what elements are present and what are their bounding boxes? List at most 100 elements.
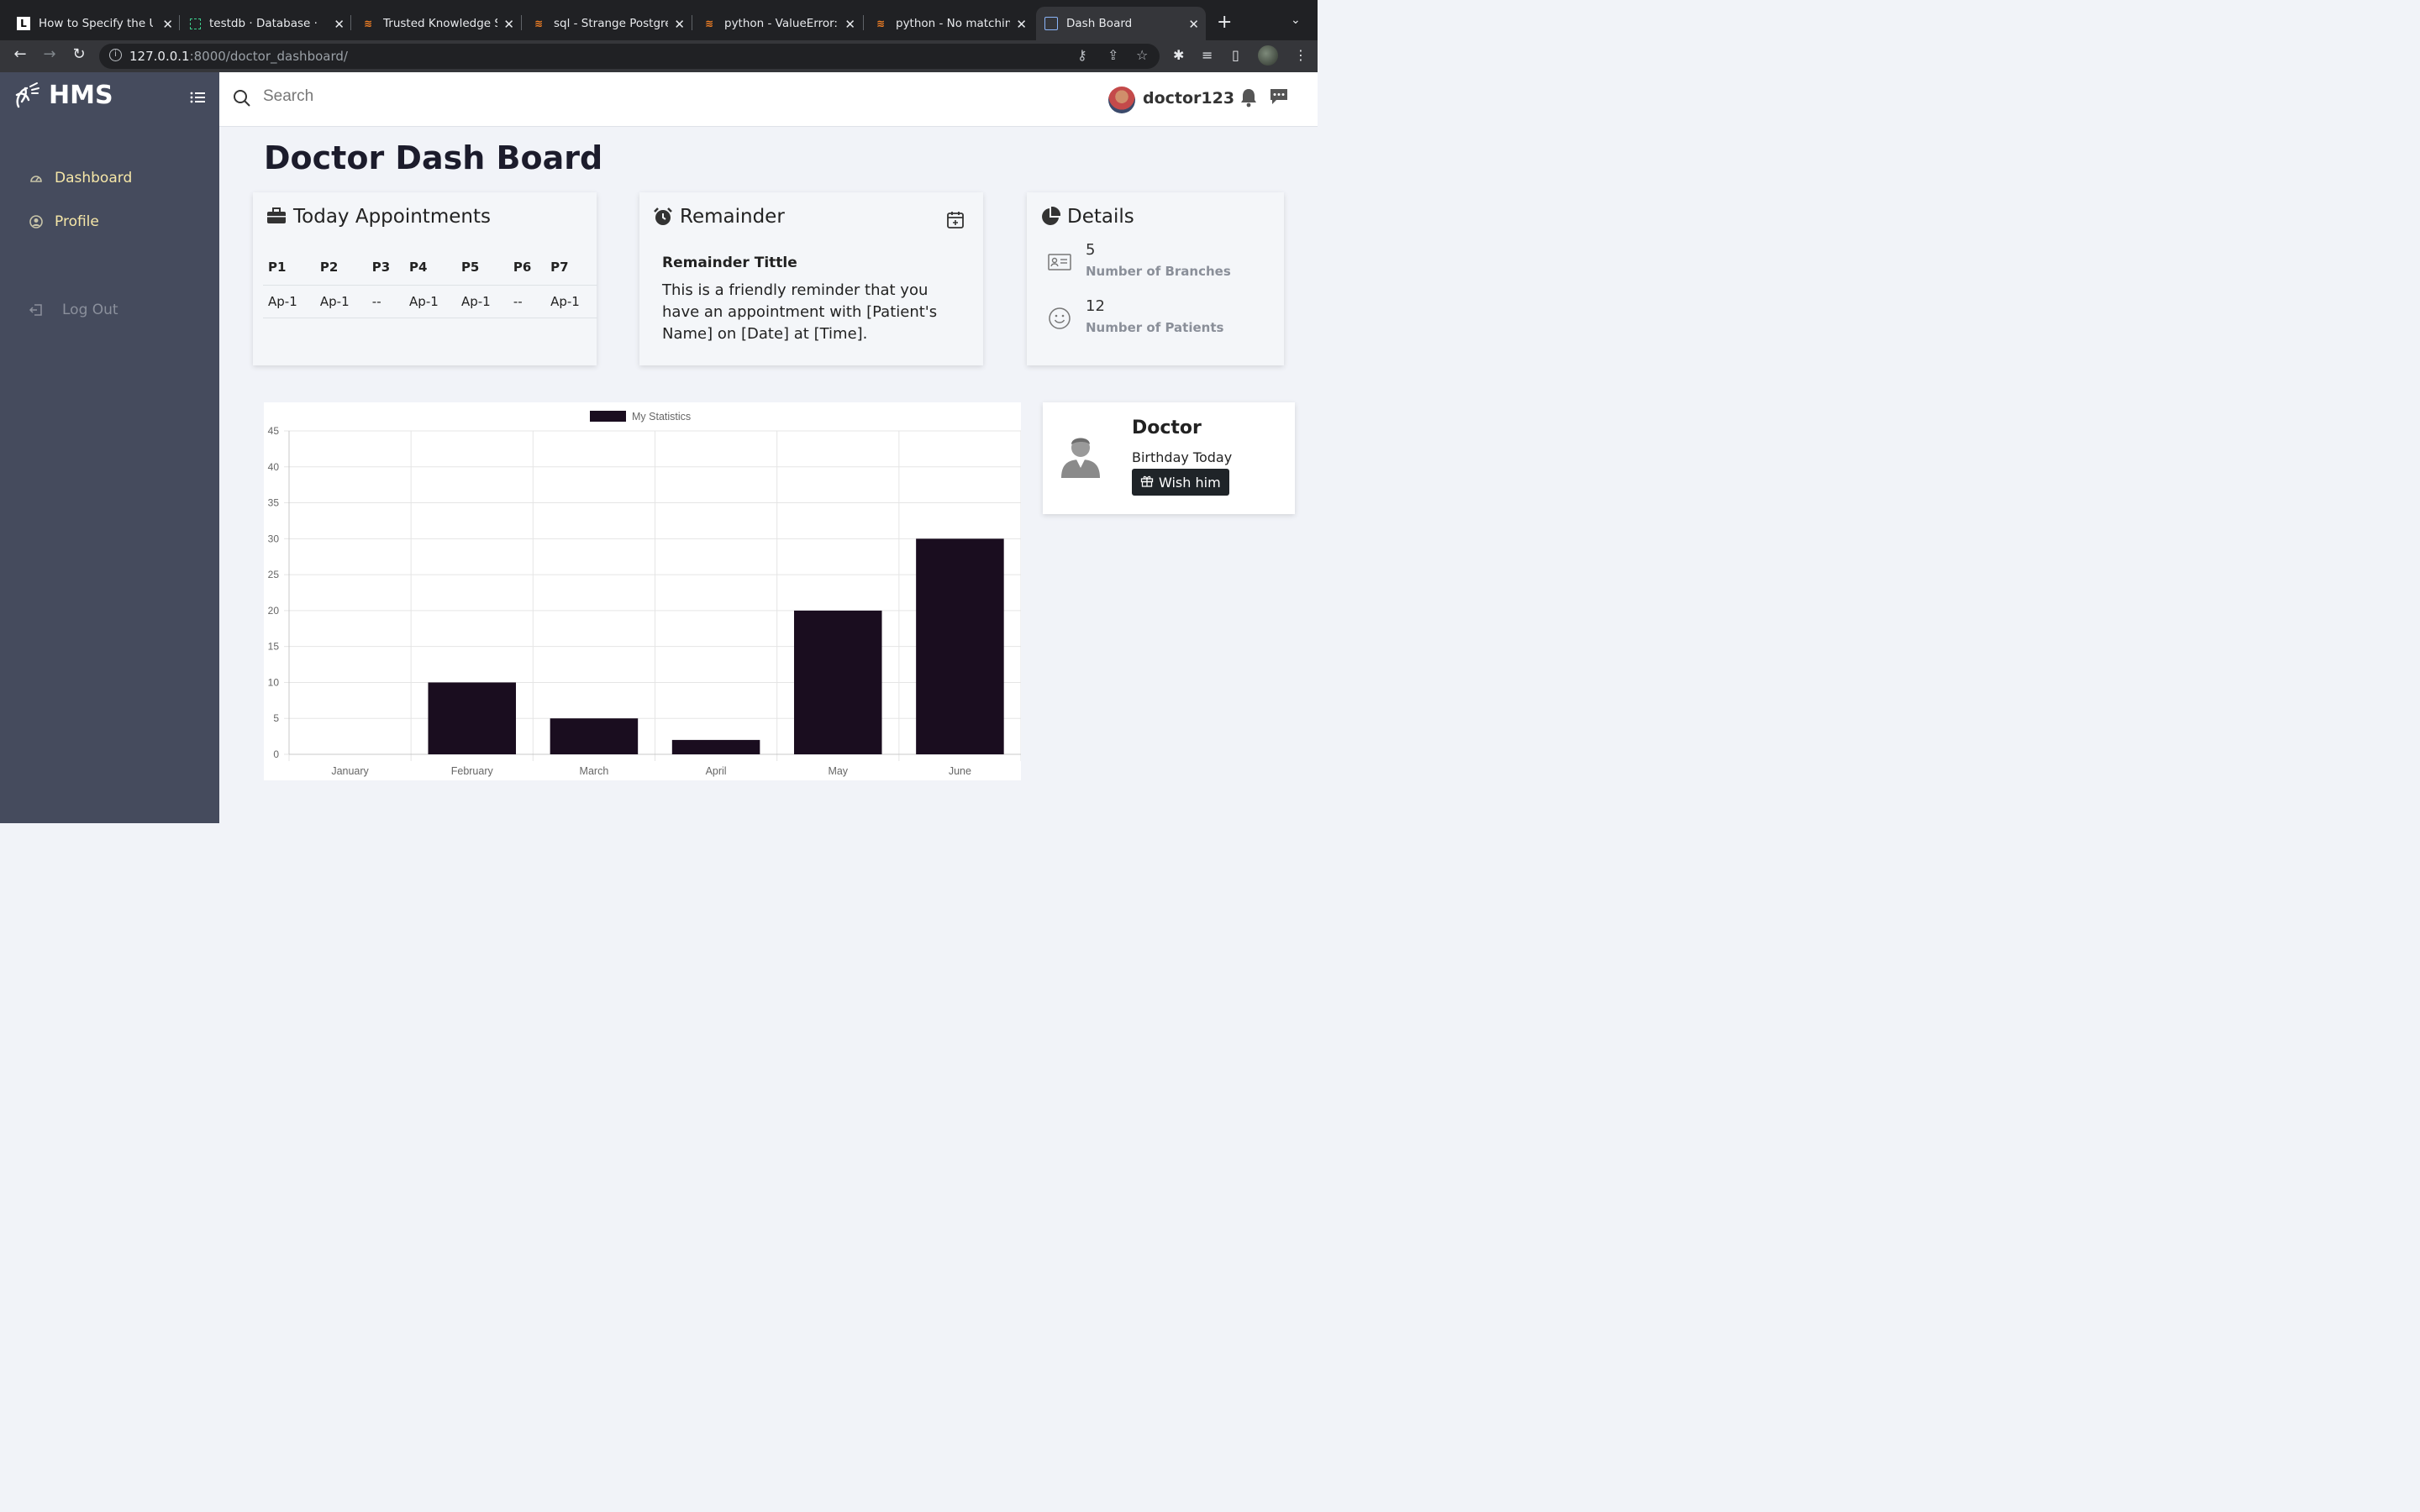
y-tick-label: 25 (268, 569, 280, 580)
app-logo[interactable]: HMS (13, 81, 113, 110)
gift-icon (1140, 474, 1154, 491)
table-header-row: P1 P2 P3 P4 P5 P6 P7 (263, 253, 597, 286)
legend-label: My Statistics (632, 411, 691, 423)
url-text: 127.0.0.1:8000/doctor_dashboard/ (129, 49, 348, 64)
table-cell: -- (508, 285, 546, 318)
detail-label: Number of Branches (1086, 264, 1231, 279)
y-tick-label: 15 (268, 641, 280, 653)
table-cell: Ap-1 (404, 285, 456, 318)
browser-tab[interactable]: L How to Specify the UI ✕ (8, 7, 180, 40)
table-cell: Ap-1 (314, 285, 367, 318)
y-tick-label: 30 (268, 533, 280, 544)
browser-toolbar: ← → ↻ i 127.0.0.1:8000/doctor_dashboard/… (0, 40, 1318, 72)
browser-tab-active[interactable]: Dash Board ✕ (1036, 7, 1206, 40)
sidebar-item-logout[interactable]: Log Out (29, 302, 118, 318)
y-tick-label: 5 (273, 712, 279, 724)
tab-close-icon[interactable]: ✕ (503, 17, 514, 32)
sidebar-item-dashboard[interactable]: Dashboard (29, 170, 132, 186)
birthday-text: Birthday Today (1132, 449, 1233, 465)
reload-icon[interactable]: ↻ (68, 45, 90, 63)
tab-close-icon[interactable]: ✕ (844, 17, 855, 32)
menu-toggle-icon[interactable] (190, 91, 205, 108)
wish-button[interactable]: Wish him (1132, 469, 1229, 496)
tab-close-icon[interactable]: ✕ (1016, 17, 1027, 32)
tab-close-icon[interactable]: ✕ (334, 17, 345, 32)
table-header: P6 (508, 253, 546, 286)
logo-text: HMS (49, 81, 113, 110)
tab-title: sql - Strange Postgre (554, 17, 668, 30)
x-tick-label: January (331, 765, 369, 777)
forward-icon[interactable]: → (39, 45, 60, 63)
extensions-icon[interactable]: ✱ (1173, 47, 1184, 63)
tab-close-icon[interactable]: ✕ (162, 17, 173, 32)
browser-tab[interactable]: ≋ sql - Strange Postgre ✕ (523, 7, 692, 40)
chart-bar (916, 538, 1004, 754)
address-bar[interactable]: i 127.0.0.1:8000/doctor_dashboard/ ⚷ ⇪ ☆ (99, 44, 1160, 69)
browser-menu-icon[interactable]: ⋮ (1294, 47, 1307, 63)
briefcase-icon (266, 207, 287, 227)
user-circle-icon (29, 214, 44, 229)
tab-title: Dash Board (1066, 17, 1133, 30)
key-icon[interactable]: ⚷ (1077, 47, 1087, 63)
browser-profile-avatar[interactable] (1258, 45, 1278, 66)
sidebar-item-label: Profile (55, 213, 99, 230)
tab-search-icon[interactable]: ⌄ (1291, 13, 1301, 27)
sidebar-item-label: Dashboard (55, 170, 133, 186)
back-icon[interactable]: ← (9, 45, 31, 63)
tab-title: Trusted Knowledge Sh (383, 17, 497, 30)
table-row: Ap-1 Ap-1 -- Ap-1 Ap-1 -- Ap-1 (263, 285, 597, 318)
tab-separator (179, 15, 180, 30)
side-panel-icon[interactable]: ▯ (1232, 47, 1239, 63)
reminder-card: Remainder Remainder Tittle This is a fri… (639, 192, 983, 365)
avatar[interactable] (1108, 87, 1135, 113)
chat-icon[interactable] (1269, 87, 1289, 106)
birthday-card: Doctor Birthday Today Wish him (1043, 402, 1295, 514)
bookmark-star-icon[interactable]: ☆ (1136, 47, 1148, 63)
reminder-body: This is a friendly reminder that you hav… (662, 281, 938, 343)
tab-title: How to Specify the UI (39, 17, 153, 30)
site-info-icon[interactable]: i (109, 49, 122, 61)
tab-close-icon[interactable]: ✕ (1188, 17, 1199, 32)
top-bar: doctor123 (219, 72, 1318, 127)
search-input[interactable] (263, 87, 599, 106)
table-header: P3 (366, 253, 405, 286)
alarm-clock-icon (653, 207, 673, 227)
calendar-add-icon[interactable] (945, 210, 965, 230)
browser-tab[interactable]: ≋ Trusted Knowledge Sh ✕ (353, 7, 521, 40)
table-cell: Ap-1 (545, 285, 597, 318)
birthday-name: Doctor (1132, 417, 1202, 438)
appointments-table: P1 P2 P3 P4 P5 P6 P7 Ap-1 Ap-1 -- Ap-1 A… (263, 253, 597, 318)
table-cell: Ap-1 (263, 285, 315, 318)
y-tick-label: 0 (273, 748, 279, 760)
browser-tab[interactable]: ≋ python - ValueError: In ✕ (694, 7, 862, 40)
card-title: Today Appointments (266, 206, 491, 228)
chart-bar (550, 718, 639, 754)
tab-title: python - ValueError: In (724, 17, 839, 30)
gauge-icon (29, 171, 44, 186)
y-tick-label: 45 (268, 425, 280, 437)
reminder-heading: Remainder Tittle (662, 255, 797, 271)
table-header: P5 (455, 253, 508, 286)
id-card-icon (1048, 254, 1071, 270)
bell-icon[interactable] (1239, 87, 1258, 108)
chart-bar (428, 682, 517, 754)
stackoverflow-icon: ≋ (534, 18, 544, 29)
x-tick-label: February (451, 765, 494, 777)
tab-separator (521, 15, 522, 30)
browser-tab[interactable]: testdb · Database · ✕ (182, 7, 351, 40)
detail-value: 5 (1086, 241, 1096, 259)
sidebar-item-profile[interactable]: Profile (29, 213, 99, 230)
page-title: Doctor Dash Board (264, 139, 603, 176)
card-title: Details (1040, 206, 1134, 228)
tab-close-icon[interactable]: ✕ (674, 17, 685, 32)
browser-tab[interactable]: ≋ python - No matching ✕ (865, 7, 1034, 40)
table-header: P7 (545, 253, 597, 286)
media-queue-icon[interactable]: ≡ (1202, 47, 1213, 63)
search-icon[interactable] (233, 89, 251, 108)
share-icon[interactable]: ⇪ (1107, 47, 1118, 63)
x-tick-label: June (949, 765, 971, 777)
username[interactable]: doctor123 (1143, 89, 1234, 108)
new-tab-icon[interactable]: + (1217, 12, 1232, 33)
pie-chart-icon (1040, 207, 1060, 227)
statistics-chart: 0 5 10 15 20 25 30 35 40 45 January February March Ap… (264, 402, 1021, 780)
